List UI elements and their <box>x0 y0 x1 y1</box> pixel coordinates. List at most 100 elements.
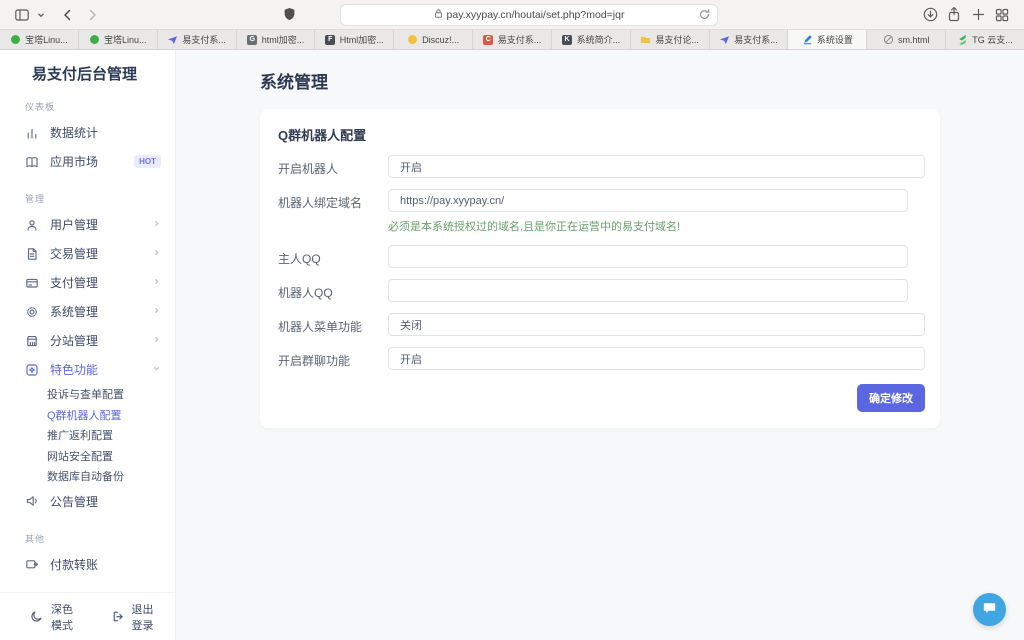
sidebar-section-label: 其他 <box>25 532 175 545</box>
browser-tab-sm-html[interactable]: sm.html <box>867 30 946 49</box>
privacy-shield-icon[interactable] <box>282 6 297 28</box>
sidebar-title: 易支付后台管理 <box>0 50 175 84</box>
document-icon <box>25 247 39 261</box>
robot-domain-input[interactable] <box>388 189 908 212</box>
sidebar-item-label: 用户管理 <box>50 216 141 233</box>
tab-label: 易支付系... <box>734 33 778 46</box>
system-intro-icon: K <box>562 34 573 45</box>
book-icon <box>25 155 39 169</box>
sidebar-section-label: 管理 <box>25 192 175 205</box>
gear-icon <box>25 305 39 319</box>
group-chat-feature-input[interactable] <box>388 347 925 370</box>
form-row-owner-qq: 主人QQ <box>278 245 925 268</box>
tab-overview-icon[interactable] <box>990 4 1014 26</box>
sidebar-item-system-mgmt[interactable]: 系统管理 <box>0 297 175 326</box>
forward-icon[interactable] <box>80 4 104 26</box>
tab-label: Discuz!... <box>422 35 459 45</box>
sidebar-item-label: 系统管理 <box>50 303 141 320</box>
downloads-icon[interactable] <box>918 4 942 26</box>
sidebar-item-label: 分站管理 <box>50 332 141 349</box>
sidebar-footer: 深色模式 退出登录 <box>0 592 175 640</box>
share-icon[interactable] <box>942 4 966 26</box>
sidebar-item-label: 数据统计 <box>50 124 161 141</box>
field-label-robot-qq: 机器人QQ <box>278 279 388 301</box>
tab-label: html加密... <box>262 33 305 46</box>
field-label-robot-domain: 机器人绑定域名 <box>278 189 388 211</box>
hot-badge: HOT <box>134 155 161 168</box>
browser-toolbar: pay.xyypay.cn/houtai/set.php?mod=jqr <box>0 0 1024 30</box>
new-tab-icon[interactable] <box>966 4 990 26</box>
field-wrap-group-chat-feature <box>388 347 925 370</box>
sidebar-item-user-mgmt[interactable]: 用户管理 <box>0 210 175 239</box>
field-wrap-enable-robot <box>388 155 925 178</box>
chat-bubble-icon <box>981 599 998 621</box>
sidebar-subitem-qq-robot-config[interactable]: Q群机器人配置 <box>0 405 175 426</box>
moon-icon <box>30 610 43 623</box>
browser-tab-html-encrypt-1[interactable]: Ghtml加密... <box>237 30 316 49</box>
tab-label: Html加密... <box>340 33 384 46</box>
reload-icon[interactable] <box>698 8 711 24</box>
sidebar-nav: 仪表板数据统计应用市场 HOT 管理用户管理交易管理支付管理系统管理分站管理特色功能… <box>0 100 175 579</box>
sidebar: 易支付后台管理 仪表板数据统计应用市场 HOT 管理用户管理交易管理支付管理系统管理… <box>0 50 176 640</box>
robot-config-form: 开启机器人机器人绑定域名必须是本系统授权过的域名,且是你正在运营中的易支付域名!… <box>278 155 925 370</box>
robot-menu-feature-input[interactable] <box>388 313 925 336</box>
baota-panel-icon <box>89 34 100 45</box>
logout-button[interactable]: 退出登录 <box>111 601 158 633</box>
browser-tab-discuz[interactable]: Discuz!... <box>394 30 473 49</box>
chevron-right-icon <box>152 219 161 230</box>
form-row-robot-qq: 机器人QQ <box>278 279 925 302</box>
browser-tab-epay-system-3[interactable]: 易支付系... <box>710 30 789 49</box>
browser-tab-system-settings[interactable]: 系统设置 <box>788 30 867 49</box>
browser-tab-html-encrypt-2[interactable]: FHtml加密... <box>315 30 394 49</box>
epay-c-icon: C <box>483 34 494 45</box>
main-panel: 系统管理 Q群机器人配置 开启机器人机器人绑定域名必须是本系统授权过的域名,且是… <box>176 50 1024 640</box>
sidebar-toggle-icon[interactable] <box>10 4 34 26</box>
chat-widget-button[interactable] <box>973 593 1006 626</box>
sidebar-item-featured-functions[interactable]: 特色功能 <box>0 355 175 384</box>
sidebar-subitem-promo-rebate-config[interactable]: 推广返利配置 <box>0 425 175 446</box>
url-bar[interactable]: pay.xyypay.cn/houtai/set.php?mod=jqr <box>340 4 718 26</box>
field-label-enable-robot: 开启机器人 <box>278 155 388 177</box>
sidebar-item-data-stats[interactable]: 数据统计 <box>0 118 175 147</box>
discuz-icon <box>407 34 418 45</box>
page-content: 易支付后台管理 仪表板数据统计应用市场HOT管理用户管理交易管理支付管理系统管理… <box>0 50 1024 640</box>
owner-qq-input[interactable] <box>388 245 908 268</box>
sidebar-item-substation-mgmt[interactable]: 分站管理 <box>0 326 175 355</box>
browser-tab-tg-cloud[interactable]: TG 云支... <box>946 30 1024 49</box>
sidebar-item-announcement-mgmt[interactable]: 公告管理 <box>0 487 175 516</box>
sidebar-subitem-complaint-order-config[interactable]: 投诉与查单配置 <box>0 384 175 405</box>
browser-tab-epay-system-2[interactable]: C易支付系... <box>473 30 552 49</box>
back-icon[interactable] <box>56 4 80 26</box>
tab-label: sm.html <box>898 35 930 45</box>
chevron-down-icon[interactable] <box>34 4 48 26</box>
sidebar-item-label: 交易管理 <box>50 245 141 262</box>
sidebar-item-payment-mgmt[interactable]: 支付管理 <box>0 268 175 297</box>
field-wrap-robot-domain: 必须是本系统授权过的域名,且是你正在运营中的易支付域名! <box>388 189 925 234</box>
user-icon <box>25 218 39 232</box>
browser-tab-epay-system-1[interactable]: 易支付系... <box>158 30 237 49</box>
paper-plane-icon <box>167 34 178 45</box>
sidebar-section-label: 仪表板 <box>25 100 175 113</box>
sidebar-item-label: 应用市场 <box>50 153 123 170</box>
browser-tab-system-intro[interactable]: K系统简介... <box>552 30 631 49</box>
confirm-submit-button[interactable]: 确定修改 <box>857 384 925 412</box>
enable-robot-input[interactable] <box>388 155 925 178</box>
lock-icon <box>434 8 443 22</box>
baota-panel-icon <box>10 34 21 45</box>
browser-tab-baota-2[interactable]: 宝塔Linu... <box>79 30 158 49</box>
page-title: 系统管理 <box>260 68 1024 93</box>
dark-mode-toggle[interactable]: 深色模式 <box>30 601 77 633</box>
card-title: Q群机器人配置 <box>278 125 925 144</box>
tab-label: 宝塔Linu... <box>104 33 147 46</box>
sidebar-subitem-db-auto-backup[interactable]: 数据库自动备份 <box>0 466 175 487</box>
robot-qq-input[interactable] <box>388 279 908 302</box>
robot-config-card: Q群机器人配置 开启机器人机器人绑定域名必须是本系统授权过的域名,且是你正在运营… <box>260 109 940 428</box>
sidebar-subitem-site-security-config[interactable]: 网站安全配置 <box>0 446 175 467</box>
speaker-icon <box>25 494 39 508</box>
sidebar-item-payment-transfer[interactable]: 付款转账 <box>0 550 175 579</box>
browser-tab-epay-forum[interactable]: 易支付论... <box>631 30 710 49</box>
sidebar-item-app-market[interactable]: 应用市场 HOT <box>0 147 175 176</box>
card-icon <box>25 276 39 290</box>
sidebar-item-trade-mgmt[interactable]: 交易管理 <box>0 239 175 268</box>
browser-tab-baota-1[interactable]: 宝塔Linu... <box>0 30 79 49</box>
